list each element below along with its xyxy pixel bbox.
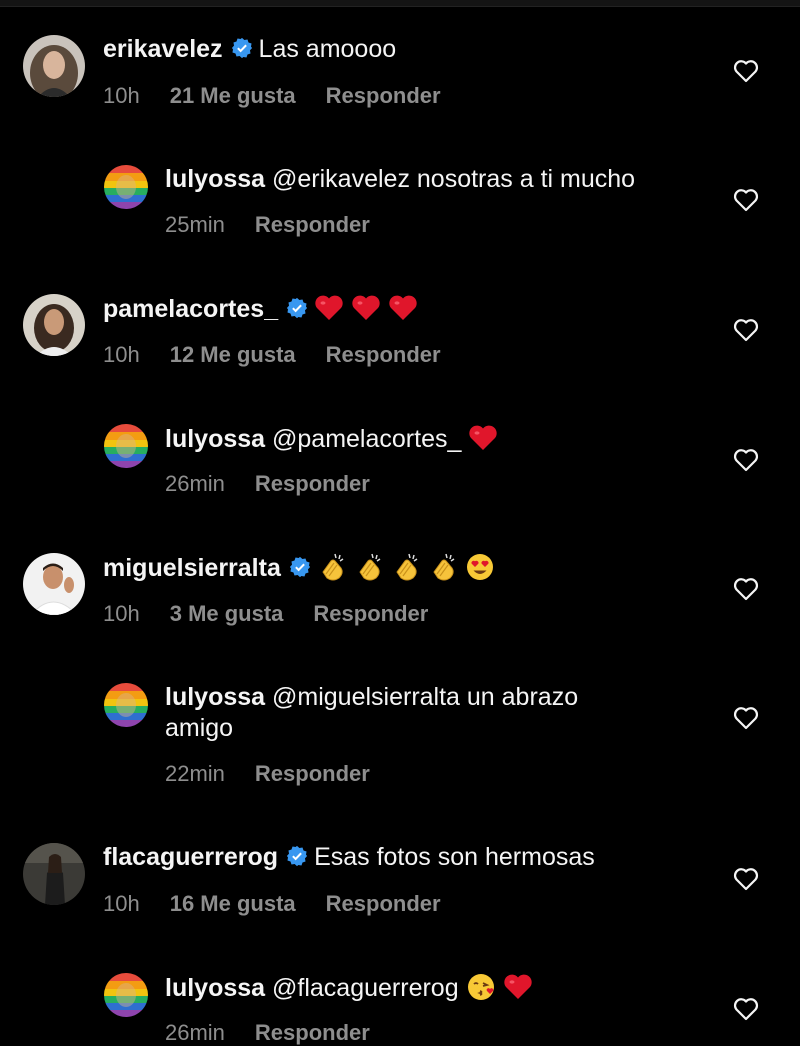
clapping-hands-emoji [354, 552, 384, 582]
timestamp: 10h [103, 891, 140, 916]
avatar[interactable] [104, 165, 148, 209]
username[interactable]: lulyossa [165, 165, 265, 193]
like-heart-icon[interactable] [733, 867, 759, 891]
avatar[interactable] [104, 424, 148, 468]
clapping-hands-emoji [428, 552, 458, 582]
comment-text: @miguelsierralta un abrazo [272, 683, 579, 711]
timestamp: 10h [103, 601, 140, 626]
comment-text: @flacaguerrerog [272, 974, 459, 1002]
comment-text: @pamelacortes_ [272, 425, 462, 453]
red-heart-emoji [314, 293, 344, 323]
reply-button[interactable]: Responder [255, 761, 370, 786]
avatar[interactable] [104, 683, 148, 727]
timestamp: 10h [103, 83, 140, 108]
clapping-hands-emoji [391, 552, 421, 582]
timestamp: 26min [165, 471, 225, 496]
red-heart-emoji [468, 423, 498, 453]
avatar[interactable] [23, 294, 85, 356]
likes-count[interactable]: 12 Me gusta [170, 342, 296, 367]
comment-text-continued: amigo [165, 714, 234, 742]
username[interactable]: lulyossa [165, 974, 265, 1002]
verified-badge-icon [286, 297, 308, 319]
reply-button[interactable]: Responder [326, 891, 441, 916]
reply-button[interactable]: Responder [313, 601, 428, 626]
clapping-hands-emoji [317, 552, 347, 582]
reply-button[interactable]: Responder [255, 212, 370, 237]
avatar[interactable] [23, 843, 85, 905]
like-heart-icon[interactable] [733, 59, 759, 83]
likes-count[interactable]: 3 Me gusta [170, 601, 284, 626]
verified-badge-icon [286, 845, 308, 867]
avatar[interactable] [23, 553, 85, 615]
reply-button[interactable]: Responder [326, 342, 441, 367]
timestamp: 10h [103, 342, 140, 367]
verified-badge-icon [289, 556, 311, 578]
like-heart-icon[interactable] [733, 188, 759, 212]
likes-count[interactable]: 16 Me gusta [170, 891, 296, 916]
username[interactable]: lulyossa [165, 425, 265, 453]
like-heart-icon[interactable] [733, 577, 759, 601]
like-heart-icon[interactable] [733, 318, 759, 342]
avatar[interactable] [104, 973, 148, 1017]
comment-text: @erikavelez nosotras a ti mucho [272, 165, 636, 193]
verified-badge-icon [231, 37, 253, 59]
username[interactable]: erikavelez [103, 35, 223, 63]
kiss-face-emoji [466, 972, 496, 1002]
reply-button[interactable]: Responder [255, 1020, 370, 1045]
reply-button[interactable]: Responder [326, 83, 441, 108]
comment-text: Esas fotos son hermosas [314, 843, 595, 871]
heart-eyes-emoji [465, 552, 495, 582]
like-heart-icon[interactable] [733, 997, 759, 1021]
timestamp: 22min [165, 761, 225, 786]
avatar[interactable] [23, 35, 85, 97]
comment-text: Las amoooo [258, 35, 397, 63]
username[interactable]: miguelsierralta [103, 554, 281, 582]
reply-button[interactable]: Responder [255, 471, 370, 496]
top-divider [0, 0, 800, 7]
red-heart-emoji [503, 972, 533, 1002]
likes-count[interactable]: 21 Me gusta [170, 83, 296, 108]
red-heart-emoji [388, 293, 418, 323]
like-heart-icon[interactable] [733, 706, 759, 730]
username[interactable]: lulyossa [165, 683, 265, 711]
username[interactable]: flacaguerrerog [103, 843, 278, 871]
timestamp: 25min [165, 212, 225, 237]
red-heart-emoji [351, 293, 381, 323]
timestamp: 26min [165, 1020, 225, 1045]
like-heart-icon[interactable] [733, 448, 759, 472]
username[interactable]: pamelacortes_ [103, 295, 278, 323]
